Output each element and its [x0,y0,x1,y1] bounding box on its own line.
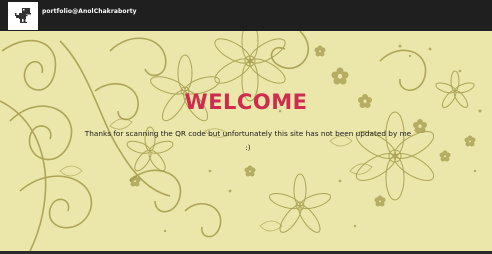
page: portfolio@AnolChakraborty WELCOME Thanks… [0,0,492,254]
brand-name[interactable]: portfolio@AnolChakraborty [42,8,137,15]
page-title: WELCOME [184,90,308,114]
logo[interactable] [8,2,38,30]
navbar: portfolio@AnolChakraborty [0,0,492,31]
hero-section: WELCOME Thanks for scanning the QR code … [0,31,492,251]
dino-icon [15,8,31,23]
welcome-message: Thanks for scanning the QR code but unfo… [84,129,412,152]
